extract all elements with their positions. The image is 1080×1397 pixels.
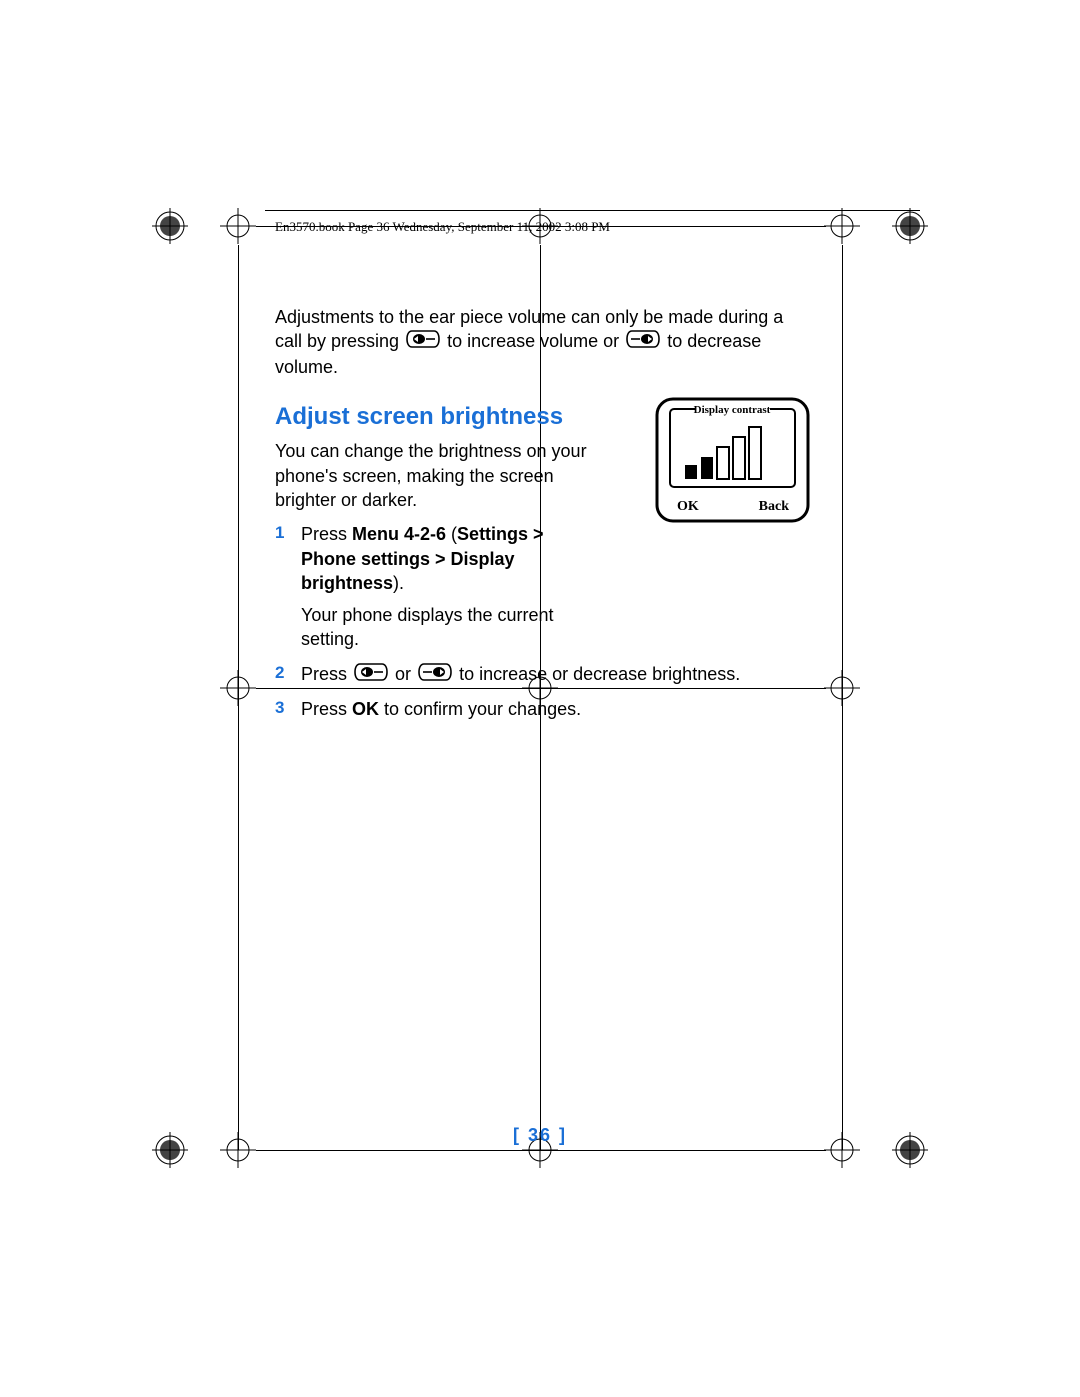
text: Press bbox=[301, 664, 352, 684]
scroll-down-key-icon bbox=[418, 663, 452, 687]
text: ). bbox=[393, 573, 404, 593]
step-number: 3 bbox=[275, 697, 301, 720]
text: to increase volume or bbox=[447, 331, 624, 351]
manual-page: En3570.book Page 36 Wednesday, September… bbox=[0, 0, 1080, 1397]
crop-line bbox=[238, 245, 239, 1150]
crop-line bbox=[256, 1150, 826, 1151]
phone-back-label: Back bbox=[759, 499, 790, 514]
crosshair-icon bbox=[220, 208, 256, 244]
steps-list: 1 Press Menu 4-2-6 (Settings > Phone set… bbox=[275, 522, 810, 721]
text: or bbox=[395, 664, 416, 684]
scroll-down-key-icon bbox=[626, 330, 660, 354]
crosshair-icon bbox=[824, 670, 860, 706]
text: Press bbox=[301, 699, 352, 719]
step-3: 3 Press OK to confirm your changes. bbox=[275, 697, 810, 721]
crop-line bbox=[842, 245, 843, 1150]
text-bold: Menu 4-2-6 bbox=[352, 524, 446, 544]
step-number: 1 bbox=[275, 522, 301, 545]
step-2: 2 Press or bbox=[275, 662, 810, 687]
regmark-icon bbox=[152, 208, 188, 244]
scroll-up-key-icon bbox=[406, 330, 440, 354]
text: ( bbox=[446, 524, 457, 544]
phone-screen-figure: Display contrast OK Back bbox=[655, 395, 810, 525]
text: to confirm your changes. bbox=[379, 699, 581, 719]
phone-ok-label: OK bbox=[677, 499, 699, 514]
crosshair-icon bbox=[220, 670, 256, 706]
regmark-icon bbox=[892, 208, 928, 244]
page-content: Adjustments to the ear piece volume can … bbox=[275, 305, 810, 731]
intro-paragraph: You can change the brightness on your ph… bbox=[275, 439, 605, 512]
page-number: [ 36 ] bbox=[0, 1123, 1080, 1147]
volume-paragraph: Adjustments to the ear piece volume can … bbox=[275, 305, 810, 379]
text: to increase or decrease brightness. bbox=[459, 664, 740, 684]
print-stamp: En3570.book Page 36 Wednesday, September… bbox=[275, 218, 610, 236]
scroll-up-key-icon bbox=[354, 663, 388, 687]
text: Your phone displays the current setting. bbox=[301, 605, 554, 649]
crosshair-icon bbox=[824, 208, 860, 244]
step-1: 1 Press Menu 4-2-6 (Settings > Phone set… bbox=[275, 522, 810, 651]
header-rule bbox=[265, 210, 920, 211]
text: Press bbox=[301, 524, 352, 544]
text-bold: OK bbox=[352, 699, 379, 719]
step-number: 2 bbox=[275, 662, 301, 685]
phone-title: Display contrast bbox=[694, 404, 771, 416]
